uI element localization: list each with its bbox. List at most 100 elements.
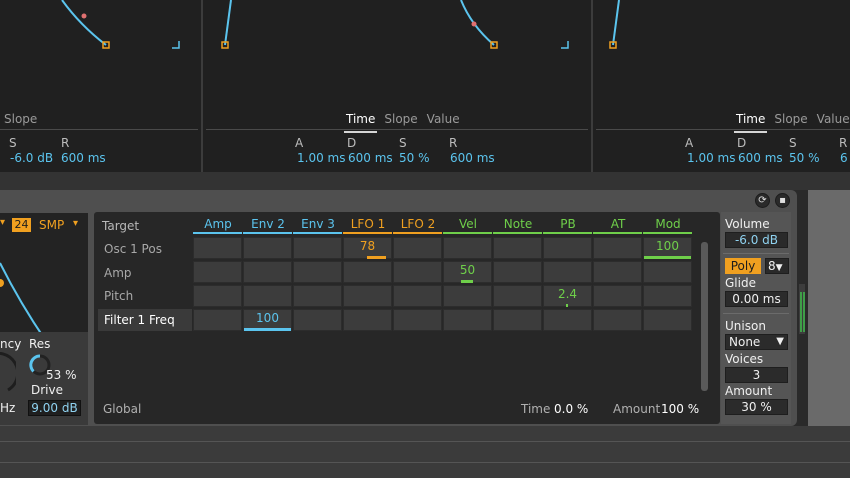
matrix-cell[interactable]: [393, 237, 442, 259]
matrix-cell[interactable]: [293, 237, 342, 259]
res-value[interactable]: 53 %: [46, 368, 77, 382]
separator-band: [0, 172, 850, 190]
envelope-graph-1[interactable]: [0, 0, 202, 107]
save-preset-icon[interactable]: ▪: [775, 193, 790, 208]
tab-rule: [0, 129, 198, 130]
column-header-line: [193, 232, 242, 234]
matrix-cell[interactable]: [343, 309, 392, 331]
matrix-cell[interactable]: [343, 261, 392, 283]
matrix-cell[interactable]: [243, 285, 292, 307]
matrix-cell[interactable]: [443, 237, 492, 259]
decay-value[interactable]: 600 ms: [348, 151, 393, 165]
voices-value[interactable]: 3: [725, 367, 788, 383]
meter-right-level: [803, 292, 805, 332]
column-header-line: [243, 232, 292, 234]
matrix-cell[interactable]: [493, 261, 542, 283]
attack-label: A: [685, 136, 694, 150]
sustain-value[interactable]: 50 %: [789, 151, 820, 165]
matrix-cell[interactable]: [593, 309, 642, 331]
release-label: R: [61, 136, 70, 150]
amount-value[interactable]: 100 %: [661, 402, 699, 416]
matrix-cell-value[interactable]: 2.4: [543, 287, 592, 301]
matrix-cell[interactable]: [593, 285, 642, 307]
matrix-cell[interactable]: [493, 285, 542, 307]
release-value[interactable]: 6: [840, 151, 848, 165]
matrix-cell[interactable]: [393, 285, 442, 307]
matrix-cell[interactable]: [243, 237, 292, 259]
matrix-cell[interactable]: [193, 285, 242, 307]
volume-value[interactable]: -6.0 dB: [725, 232, 788, 248]
matrix-cell-value[interactable]: 78: [343, 239, 392, 253]
unison-amount-value[interactable]: 30 %: [725, 399, 788, 415]
hz-label: Hz: [0, 401, 16, 415]
matrix-cell[interactable]: [493, 309, 542, 331]
matrix-cell-value[interactable]: 100: [643, 239, 692, 253]
matrix-cell[interactable]: [193, 261, 242, 283]
matrix-cell[interactable]: [293, 309, 342, 331]
sustain-label: S: [9, 136, 17, 150]
matrix-cell-value[interactable]: 100: [243, 311, 292, 325]
release-value[interactable]: 600 ms: [450, 151, 495, 165]
column-header-env-3: Env 3: [301, 217, 335, 231]
matrix-cell[interactable]: [543, 309, 592, 331]
global-label: Global: [103, 402, 142, 416]
envelope-panel-3: [593, 0, 850, 172]
matrix-cell[interactable]: [243, 261, 292, 283]
sustain-label: S: [789, 136, 797, 150]
decay-value[interactable]: 600 ms: [738, 151, 783, 165]
osc-mode-label[interactable]: SMP: [39, 218, 64, 232]
matrix-cell[interactable]: [643, 261, 692, 283]
voices-badge[interactable]: 24: [12, 218, 31, 232]
matrix-cell[interactable]: [443, 309, 492, 331]
matrix-cell[interactable]: [593, 261, 642, 283]
matrix-cell[interactable]: [193, 237, 242, 259]
matrix-cell[interactable]: [643, 309, 692, 331]
matrix-cell[interactable]: [543, 261, 592, 283]
chevron-down-icon[interactable]: ▾: [0, 217, 8, 229]
envelope-graph-3[interactable]: [593, 0, 850, 107]
meter-left-level: [800, 292, 802, 332]
release-value[interactable]: 600 ms: [61, 151, 106, 165]
column-header-line: [443, 232, 492, 234]
matrix-cell[interactable]: [293, 285, 342, 307]
row-label-amp[interactable]: Amp: [104, 266, 132, 280]
matrix-cell[interactable]: [443, 285, 492, 307]
poly-button[interactable]: Poly: [725, 258, 761, 274]
matrix-cell[interactable]: [593, 237, 642, 259]
decay-label: D: [737, 136, 747, 150]
drive-value[interactable]: 9.00 dB: [28, 400, 81, 416]
matrix-cell[interactable]: [393, 261, 442, 283]
matrix-cell[interactable]: [543, 237, 592, 259]
column-header-lfo-2: LFO 2: [400, 217, 436, 231]
hot-swap-icon[interactable]: ⟳: [755, 193, 770, 208]
matrix-cell[interactable]: [193, 309, 242, 331]
chevron-down-icon[interactable]: ▾: [73, 218, 78, 229]
sustain-value[interactable]: -6.0 dB: [10, 151, 53, 165]
unison-select[interactable]: None ▼: [725, 334, 788, 350]
glide-label: Glide: [725, 276, 756, 290]
matrix-cell[interactable]: [493, 237, 542, 259]
divider: [0, 462, 850, 463]
attack-value[interactable]: 1.00 ms: [297, 151, 345, 165]
column-header-line: [293, 232, 342, 234]
glide-value[interactable]: 0.00 ms: [725, 291, 788, 307]
matrix-scrollbar[interactable]: [701, 242, 708, 391]
column-header-line: [593, 232, 642, 234]
row-label-filter1-freq[interactable]: Filter 1 Freq: [104, 313, 175, 327]
column-header-lfo-1: LFO 1: [350, 217, 386, 231]
attack-value[interactable]: 1.00 ms: [687, 151, 735, 165]
time-value[interactable]: 0.0 %: [554, 402, 588, 416]
poly-voices-select[interactable]: 8▼: [765, 258, 789, 274]
matrix-cell[interactable]: [293, 261, 342, 283]
row-label-osc1-pos[interactable]: Osc 1 Pos: [104, 242, 162, 256]
matrix-cell-value[interactable]: 50: [443, 263, 492, 277]
matrix-cell[interactable]: [643, 285, 692, 307]
envelope-graph-2[interactable]: [203, 0, 591, 107]
frequency-knob[interactable]: [0, 352, 16, 394]
column-header-env-2: Env 2: [251, 217, 285, 231]
matrix-cell[interactable]: [343, 285, 392, 307]
column-header-pb: PB: [560, 217, 576, 231]
row-label-pitch[interactable]: Pitch: [104, 289, 133, 303]
sustain-value[interactable]: 50 %: [399, 151, 430, 165]
matrix-cell[interactable]: [393, 309, 442, 331]
